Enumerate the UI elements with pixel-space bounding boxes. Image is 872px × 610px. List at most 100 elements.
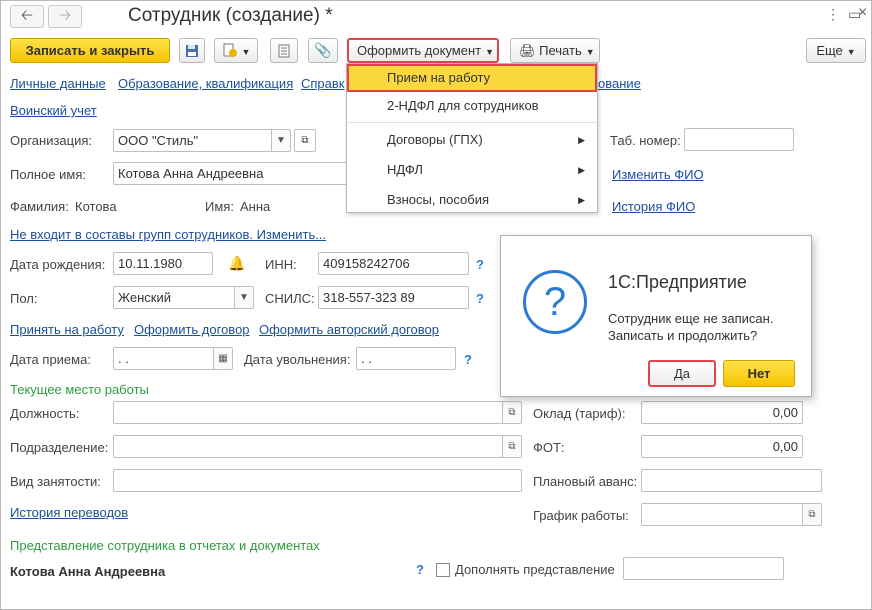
extend-representation-checkbox[interactable] bbox=[436, 563, 450, 577]
link-hire[interactable]: Принять на работу bbox=[10, 322, 124, 337]
more-actions-button[interactable]: Еще ▼ bbox=[806, 38, 866, 63]
salary-label: Оклад (тариф): bbox=[533, 406, 626, 421]
forward-button[interactable]: 🡢 bbox=[48, 5, 82, 28]
yes-button[interactable]: Да bbox=[648, 360, 716, 387]
fullname-label: Полное имя: bbox=[10, 167, 86, 182]
more-actions-label: Еще bbox=[816, 43, 843, 58]
hire-date-label: Дата приема: bbox=[10, 352, 91, 367]
question-icon: ? bbox=[523, 270, 587, 334]
make-document-button[interactable]: Оформить документ ▼ bbox=[347, 38, 499, 63]
help-icon[interactable]: ? bbox=[476, 291, 484, 306]
window-title: Сотрудник (создание) * bbox=[128, 5, 333, 26]
menu-item-contributions[interactable]: Взносы, пособия ▶ bbox=[347, 186, 597, 214]
link-change-fio[interactable]: Изменить ФИО bbox=[612, 167, 704, 182]
help-icon[interactable]: ? bbox=[416, 562, 424, 577]
inn-label: ИНН: bbox=[265, 257, 297, 272]
extend-representation-label: Дополнять представление bbox=[455, 562, 615, 577]
link-hidden-tail[interactable]: ование bbox=[598, 76, 641, 91]
snils-label: СНИЛС: bbox=[265, 291, 315, 306]
menu-item-hire[interactable]: Прием на работу bbox=[347, 64, 597, 92]
lastname-label: Фамилия: bbox=[10, 199, 69, 214]
dialog-line2: Записать и продолжить? bbox=[608, 328, 758, 343]
chevron-down-icon: ▼ bbox=[485, 47, 495, 57]
open-icon[interactable]: ⧉ bbox=[802, 504, 821, 525]
open-org-button[interactable]: ⧉ bbox=[294, 129, 316, 152]
make-document-menu: Прием на работу 2-НДФЛ для сотрудников Д… bbox=[346, 63, 598, 213]
link-history-fio[interactable]: История ФИО bbox=[612, 199, 695, 214]
link-reference[interactable]: Справк bbox=[301, 76, 344, 91]
menu-item-ndfl[interactable]: НДФЛ ▶ bbox=[347, 156, 597, 184]
birth-date-field[interactable]: 10.11.1980 bbox=[113, 252, 213, 275]
bell-icon: 🔔 bbox=[228, 255, 246, 271]
arrow-left-icon: 🡠 bbox=[20, 7, 34, 24]
close-icon[interactable]: × bbox=[858, 4, 867, 22]
chevron-right-icon: ▶ bbox=[578, 135, 585, 145]
arrow-right-icon: 🡢 bbox=[58, 7, 72, 24]
dialog-line1: Сотрудник еще не записан. bbox=[608, 311, 774, 326]
attach-button[interactable]: 📎 bbox=[308, 38, 338, 63]
link-contract[interactable]: Оформить договор bbox=[134, 322, 250, 337]
link-personal-data[interactable]: Личные данные bbox=[10, 76, 106, 91]
gender-field[interactable]: Женский ▼ bbox=[113, 286, 254, 309]
org-field[interactable]: ООО "Стиль" ▼ bbox=[113, 129, 291, 152]
fot-field[interactable]: 0,00 bbox=[641, 435, 803, 458]
open-icon[interactable]: ⧉ bbox=[502, 436, 521, 457]
back-button[interactable]: 🡠 bbox=[10, 5, 44, 28]
schedule-field[interactable]: ⧉ bbox=[641, 503, 822, 526]
chevron-down-icon: ▼ bbox=[241, 47, 251, 57]
dismiss-date-label: Дата увольнения: bbox=[244, 352, 351, 367]
calendar-icon[interactable]: ▦ bbox=[213, 348, 232, 369]
fullname-field[interactable]: Котова Анна Андреевна bbox=[113, 162, 349, 185]
print-button[interactable]: 🖨 Печать ▼ bbox=[510, 38, 600, 63]
employment-field[interactable] bbox=[113, 469, 522, 492]
tab-number-field[interactable] bbox=[684, 128, 794, 151]
firstname-label: Имя: bbox=[205, 199, 234, 214]
dropdown-icon[interactable]: ▼ bbox=[234, 287, 253, 308]
print-label: Печать bbox=[539, 43, 582, 58]
chevron-right-icon: ▶ bbox=[578, 165, 585, 175]
make-document-label: Оформить документ bbox=[357, 43, 482, 58]
confirm-dialog: ? 1С:Предприятие Сотрудник еще не записа… bbox=[500, 235, 812, 397]
link-military[interactable]: Воинский учет bbox=[10, 103, 97, 118]
gender-label: Пол: bbox=[10, 291, 38, 306]
floppy-icon bbox=[186, 45, 198, 57]
schedule-label: График работы: bbox=[533, 508, 629, 523]
menu-item-2ndfl[interactable]: 2-НДФЛ для сотрудников bbox=[347, 92, 597, 120]
dept-field[interactable]: ⧉ bbox=[113, 435, 522, 458]
chevron-down-icon: ▼ bbox=[585, 47, 595, 57]
hire-date-field[interactable]: . . ▦ bbox=[113, 347, 233, 370]
dropdown-icon[interactable]: ▼ bbox=[271, 130, 290, 151]
section-representation: Представление сотрудника в отчетах и док… bbox=[10, 538, 320, 553]
more-icon[interactable]: ⋮ bbox=[826, 6, 840, 23]
link-transfer-history[interactable]: История переводов bbox=[10, 505, 128, 520]
advance-field[interactable] bbox=[641, 469, 822, 492]
save-close-button[interactable]: Записать и закрыть bbox=[10, 38, 170, 63]
representation-name: Котова Анна Андреевна bbox=[10, 564, 166, 579]
save-button[interactable] bbox=[179, 38, 205, 63]
dismiss-date-field[interactable]: . . bbox=[356, 347, 456, 370]
lastname-value: Котова bbox=[75, 199, 117, 214]
snils-field[interactable]: 318-557-323 89 bbox=[318, 286, 469, 309]
open-icon: ⧉ bbox=[301, 135, 309, 146]
link-education[interactable]: Образование, квалификация bbox=[118, 76, 293, 91]
list-icon bbox=[278, 44, 290, 58]
menu-item-gph-contracts[interactable]: Договоры (ГПХ) ▶ bbox=[347, 126, 597, 154]
create-based-button[interactable]: ▼ bbox=[214, 38, 258, 63]
link-groups[interactable]: Не входит в составы групп сотрудников. И… bbox=[10, 227, 326, 242]
link-author-contract[interactable]: Оформить авторский договор bbox=[259, 322, 439, 337]
menu-divider bbox=[347, 122, 597, 123]
fot-label: ФОТ: bbox=[533, 440, 565, 455]
help-icon[interactable]: ? bbox=[464, 352, 472, 367]
list-button[interactable] bbox=[270, 38, 298, 63]
representation-field[interactable] bbox=[623, 557, 784, 580]
help-icon[interactable]: ? bbox=[476, 257, 484, 272]
open-icon[interactable]: ⧉ bbox=[502, 402, 521, 423]
position-field[interactable]: ⧉ bbox=[113, 401, 522, 424]
paperclip-icon: 📎 bbox=[314, 42, 332, 58]
printer-icon: 🖨 bbox=[519, 43, 536, 58]
fullname-value: Котова Анна Андреевна bbox=[118, 166, 264, 181]
inn-field[interactable]: 409158242706 bbox=[318, 252, 469, 275]
salary-field[interactable]: 0,00 bbox=[641, 401, 803, 424]
dept-label: Подразделение: bbox=[10, 440, 109, 455]
no-button[interactable]: Нет bbox=[723, 360, 795, 387]
